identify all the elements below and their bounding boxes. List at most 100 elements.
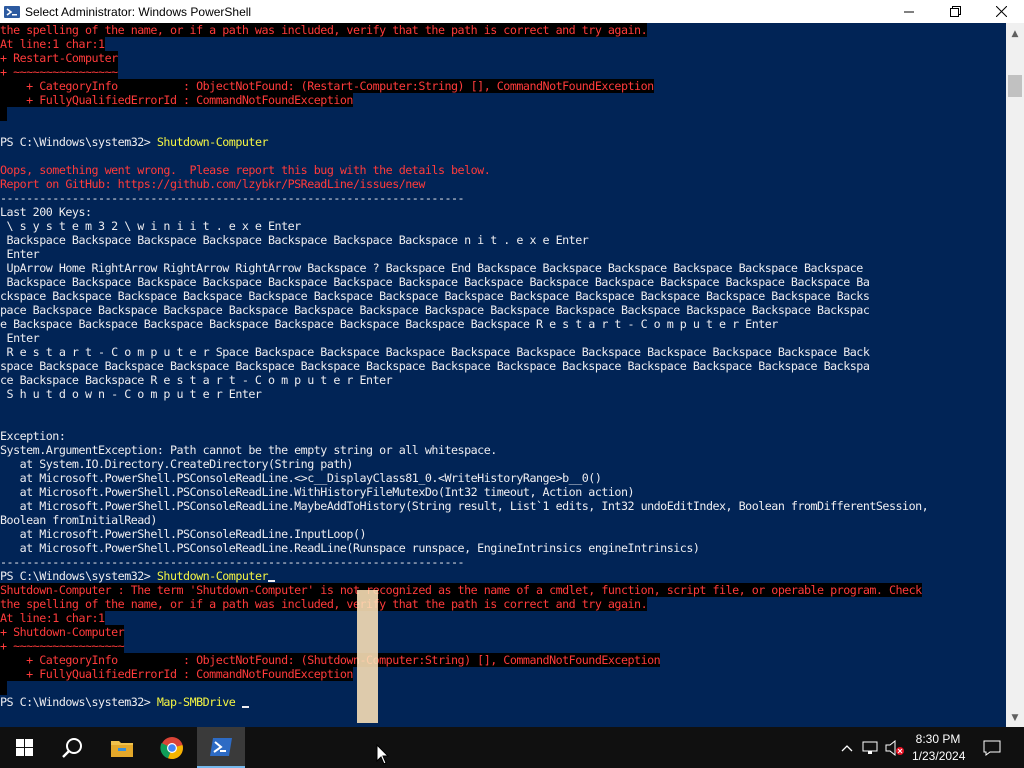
console-error-line: + CategoryInfo : ObjectNotFound: (Shutdo… [0, 653, 661, 667]
console-line: at Microsoft.PowerShell.PSConsoleReadLin… [0, 499, 929, 513]
console-line: ----------------------------------------… [0, 191, 465, 205]
console-line-text: Shutdown-Computer : The term 'Shutdown-C… [0, 583, 922, 597]
network-icon [862, 741, 878, 754]
taskbar-clock[interactable]: 8:30 PM 1/23/2024 [912, 731, 966, 765]
scroll-up-icon[interactable]: ▲ [1010, 29, 1020, 39]
start-button[interactable] [0, 727, 48, 768]
console-command-text: Map-SMBDrive [156, 695, 242, 709]
console-line-text: the spelling of the name, or if a path w… [0, 23, 648, 37]
console-line: Last 200 Keys: [0, 205, 92, 219]
console-line-text: PS C:\Windows\system32> [0, 569, 157, 583]
console-line-text: space Backspace Backspace Backspace Back… [0, 359, 870, 373]
console-line-text: + FullyQualifiedErrorId : CommandNotFoun… [0, 667, 353, 681]
vertical-scrollbar[interactable]: ▲ ▼ [1006, 23, 1024, 727]
chrome-icon [160, 736, 183, 759]
clock-time: 8:30 PM [915, 732, 961, 746]
console-line: System.ArgumentException: Path cannot be… [0, 443, 497, 457]
network-button[interactable] [860, 727, 880, 768]
console-command-text: Shutdown-Computer [156, 135, 269, 149]
close-icon [995, 6, 1007, 17]
console-line: ckspace Backspace Backspace Backspace Ba… [0, 289, 870, 303]
powershell-title-icon [4, 5, 20, 18]
console-error-line: + ~~~~~~~~~~~~~~~~~ [0, 639, 125, 653]
console-line-text: S h u t d o w n - C o m p u t e r Enter [0, 387, 262, 401]
console-error-line: + FullyQualifiedErrorId : CommandNotFoun… [0, 667, 353, 681]
console-line: pace Backspace Backspace Backspace Backs… [0, 303, 870, 317]
console-error-line: At line:1 char:1 [0, 37, 105, 51]
console-line: at Microsoft.PowerShell.PSConsoleReadLin… [0, 471, 602, 485]
console-error-line: At line:1 char:1 [0, 611, 105, 625]
console-line-text: + ~~~~~~~~~~~~~~~~~ [0, 639, 125, 653]
console-line-text: at Microsoft.PowerShell.PSConsoleReadLin… [0, 485, 635, 499]
console-line: Boolean fromInitialRead) [0, 513, 157, 527]
volume-button[interactable] [884, 727, 906, 768]
console-line-text: ----------------------------------------… [0, 555, 465, 569]
text-selection-highlight [357, 590, 378, 723]
console-line-text: At line:1 char:1 [0, 37, 105, 51]
scrollbar-thumb[interactable] [1008, 75, 1022, 97]
show-hidden-icons-button[interactable] [838, 727, 856, 768]
console-line: UpArrow Home RightArrow RightArrow Right… [0, 261, 864, 275]
console-line-text: + ~~~~~~~~~~~~~~~~ [0, 65, 118, 79]
console-line-text [0, 681, 7, 695]
search-button[interactable] [48, 727, 96, 768]
console-line-text: PS C:\Windows\system32> [0, 695, 157, 709]
console-error-line: + Shutdown-Computer [0, 625, 125, 639]
minimize-button[interactable] [886, 0, 932, 23]
volume-muted-icon [885, 739, 904, 756]
title-bar[interactable]: Select Administrator: Windows PowerShell [0, 0, 1024, 23]
console-line-text: at Microsoft.PowerShell.PSConsoleReadLin… [0, 499, 929, 513]
console-error-line: Shutdown-Computer : The term 'Shutdown-C… [0, 583, 922, 597]
console-line: Backspace Backspace Backspace Backspace … [0, 275, 870, 289]
console-line-text: the spelling of the name, or if a path w… [0, 597, 648, 611]
file-explorer-button[interactable] [98, 727, 146, 768]
clock-date: 1/23/2024 [912, 749, 966, 763]
console-error-line [0, 681, 7, 695]
console-line-text: at Microsoft.PowerShell.PSConsoleReadLin… [0, 471, 602, 485]
console-line-text: Backspace Backspace Backspace Backspace … [0, 275, 870, 289]
scroll-down-icon[interactable]: ▼ [1010, 713, 1020, 723]
console-line: space Backspace Backspace Backspace Back… [0, 359, 870, 373]
console-output[interactable]: the spelling of the name, or if a path w… [0, 23, 1006, 727]
console-line-text: Boolean fromInitialRead) [0, 513, 157, 527]
console-line-text: System.ArgumentException: Path cannot be… [0, 443, 497, 457]
console-line-text: at Microsoft.PowerShell.PSConsoleReadLin… [0, 527, 367, 541]
console-error-line: Report on GitHub: https://github.com/lzy… [0, 177, 425, 191]
close-button[interactable] [978, 0, 1024, 23]
console-line: R e s t a r t - C o m p u t e r Space Ba… [0, 345, 870, 359]
powershell-icon [210, 737, 232, 756]
console-line-text: Enter [0, 331, 40, 345]
chevron-up-icon [841, 744, 853, 751]
chrome-button[interactable] [148, 727, 196, 768]
console-line-text: Report on GitHub: https://github.com/lzy… [0, 177, 425, 191]
console-line-text: pace Backspace Backspace Backspace Backs… [0, 303, 870, 317]
console-line-text: e Backspace Backspace Backspace Backspac… [0, 317, 778, 331]
console-line: at Microsoft.PowerShell.PSConsoleReadLin… [0, 527, 367, 541]
console-line: at System.IO.Directory.CreateDirectory(S… [0, 457, 354, 471]
console-error-line: the spelling of the name, or if a path w… [0, 23, 648, 37]
console-line: e Backspace Backspace Backspace Backspac… [0, 317, 778, 331]
console-line: \ s y s t e m 3 2 \ w i n i i t . e x e … [0, 219, 302, 233]
console-prompt-line: PS C:\Windows\system32> Shutdown-Compute… [0, 135, 269, 149]
text-cursor [268, 580, 276, 582]
console-line-text: at Microsoft.PowerShell.PSConsoleReadLin… [0, 541, 700, 555]
file-explorer-icon [111, 740, 133, 757]
taskbar: 8:30 PM 1/23/2024 [0, 727, 1024, 768]
console-error-line: + Restart-Computer [0, 51, 118, 65]
console-line-text: Last 200 Keys: [0, 205, 92, 219]
console-line: Enter [0, 247, 40, 261]
console-line-text: Exception: [0, 429, 66, 443]
console-line-text: + CategoryInfo : ObjectNotFound: (Shutdo… [0, 653, 661, 667]
console-line: Enter [0, 331, 40, 345]
console-line: ----------------------------------------… [0, 555, 465, 569]
console-line-text: + Shutdown-Computer [0, 625, 125, 639]
powershell-taskbar-button[interactable] [197, 727, 245, 768]
console-line-text: UpArrow Home RightArrow RightArrow Right… [0, 261, 864, 275]
maximize-button[interactable] [932, 0, 978, 23]
action-center-button[interactable] [980, 727, 1004, 768]
console-line-text: ckspace Backspace Backspace Backspace Ba… [0, 289, 870, 303]
console-line-text: + Restart-Computer [0, 51, 118, 65]
console-line-text: at System.IO.Directory.CreateDirectory(S… [0, 457, 354, 471]
windows-logo-icon [15, 739, 33, 756]
console-error-line: + FullyQualifiedErrorId : CommandNotFoun… [0, 93, 353, 107]
